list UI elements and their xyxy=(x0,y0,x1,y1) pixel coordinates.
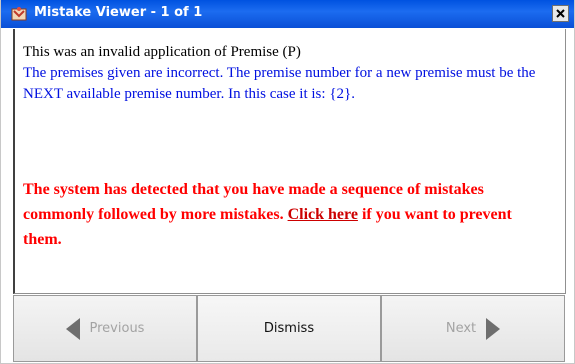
message-panel: This was an invalid application of Premi… xyxy=(13,29,566,294)
title-bar[interactable]: Mistake Viewer - 1 of 1 xyxy=(1,0,574,28)
arrow-right-icon xyxy=(486,317,501,340)
close-icon xyxy=(556,9,565,18)
next-label: Next xyxy=(445,321,477,336)
next-button[interactable]: Next xyxy=(381,295,565,362)
button-bar: Previous Dismiss Next xyxy=(13,295,566,363)
dismiss-button[interactable]: Dismiss xyxy=(197,295,381,362)
previous-label: Previous xyxy=(89,321,145,336)
dismiss-label: Dismiss xyxy=(263,321,315,336)
previous-button[interactable]: Previous xyxy=(13,295,197,362)
premise-error-text: The premises given are incorrect. The pr… xyxy=(23,65,536,102)
click-here-link[interactable]: Click here xyxy=(288,206,358,223)
arrow-left-icon xyxy=(65,317,80,340)
close-button[interactable] xyxy=(552,5,569,22)
window-title: Mistake Viewer - 1 of 1 xyxy=(34,5,203,20)
mistake-viewer-icon xyxy=(11,6,27,22)
mistake-sequence-warning: The system has detected that you have ma… xyxy=(23,177,553,252)
invalid-application-text: This was an invalid application of Premi… xyxy=(23,44,301,60)
mistake-viewer-window: Mistake Viewer - 1 of 1 This was an inva… xyxy=(0,0,575,364)
